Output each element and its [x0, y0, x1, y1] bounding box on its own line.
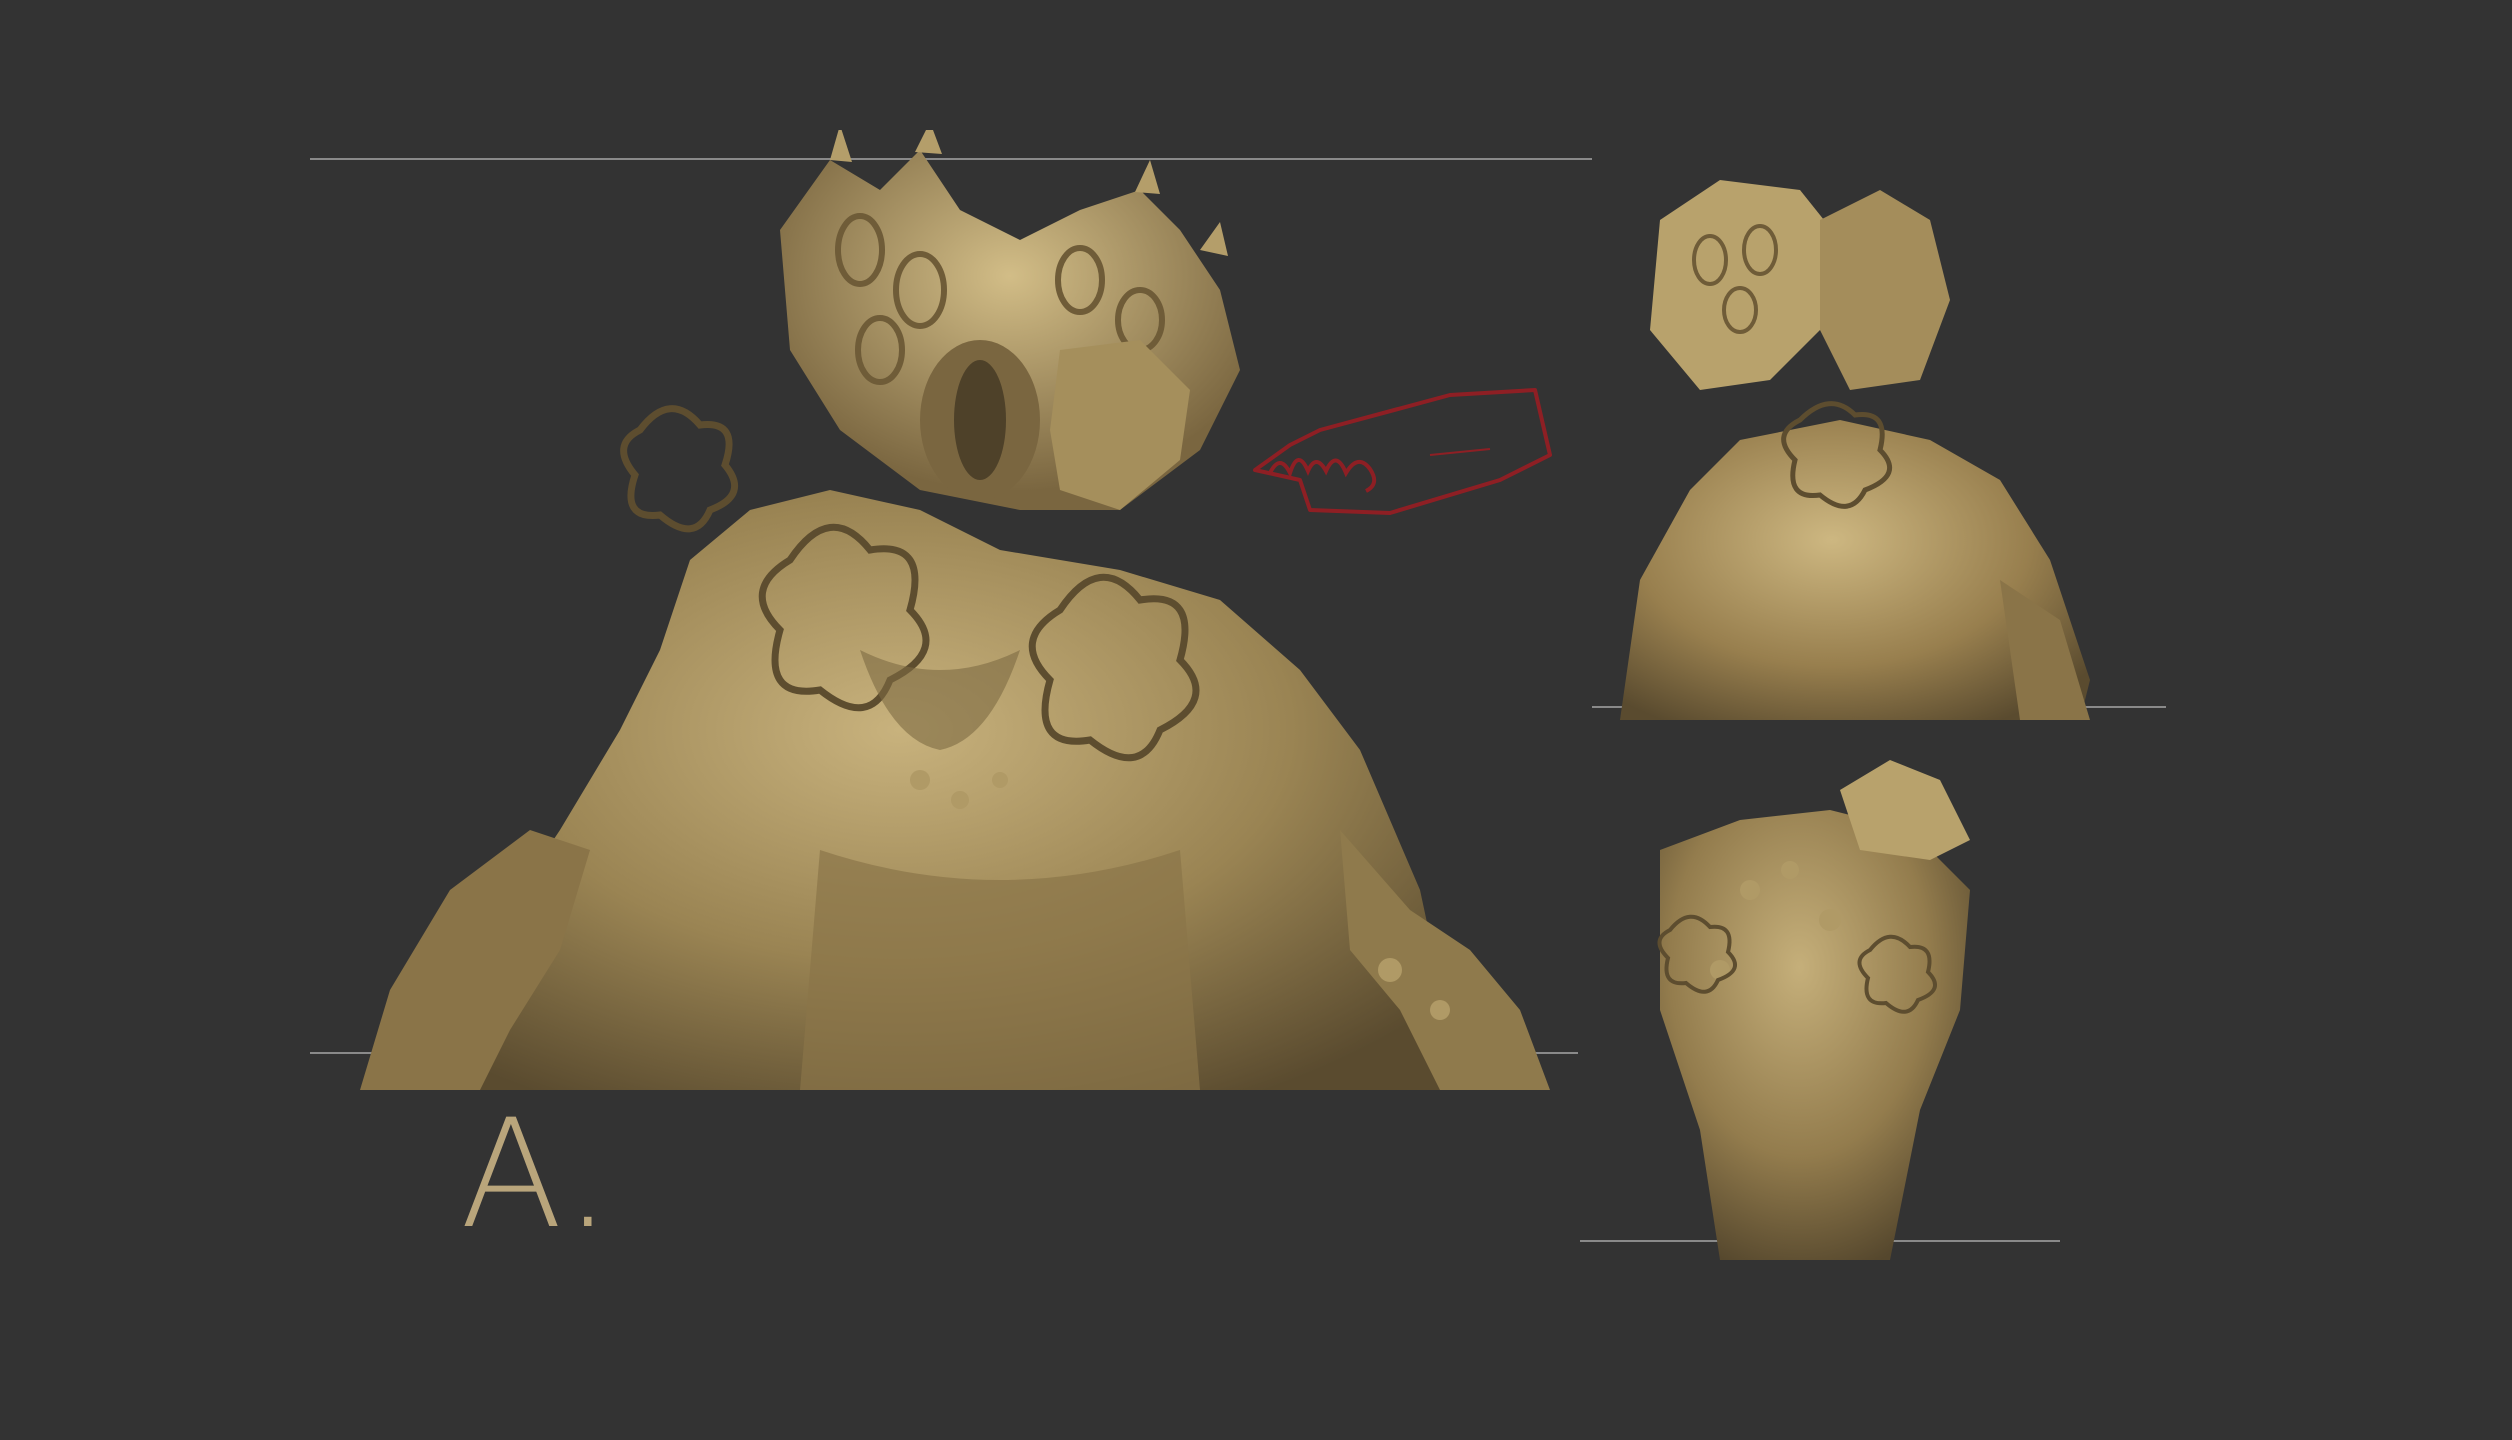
- main-front-view-sculpt: [360, 130, 1560, 1090]
- view-caption: A.: [460, 1088, 616, 1262]
- red-annotation-bubble: [1250, 385, 1555, 520]
- back-view-sculpt: [1630, 750, 2010, 1270]
- sculpt-sheet: A.: [0, 0, 2512, 1440]
- three-quarter-view-sculpt: [1600, 160, 2100, 730]
